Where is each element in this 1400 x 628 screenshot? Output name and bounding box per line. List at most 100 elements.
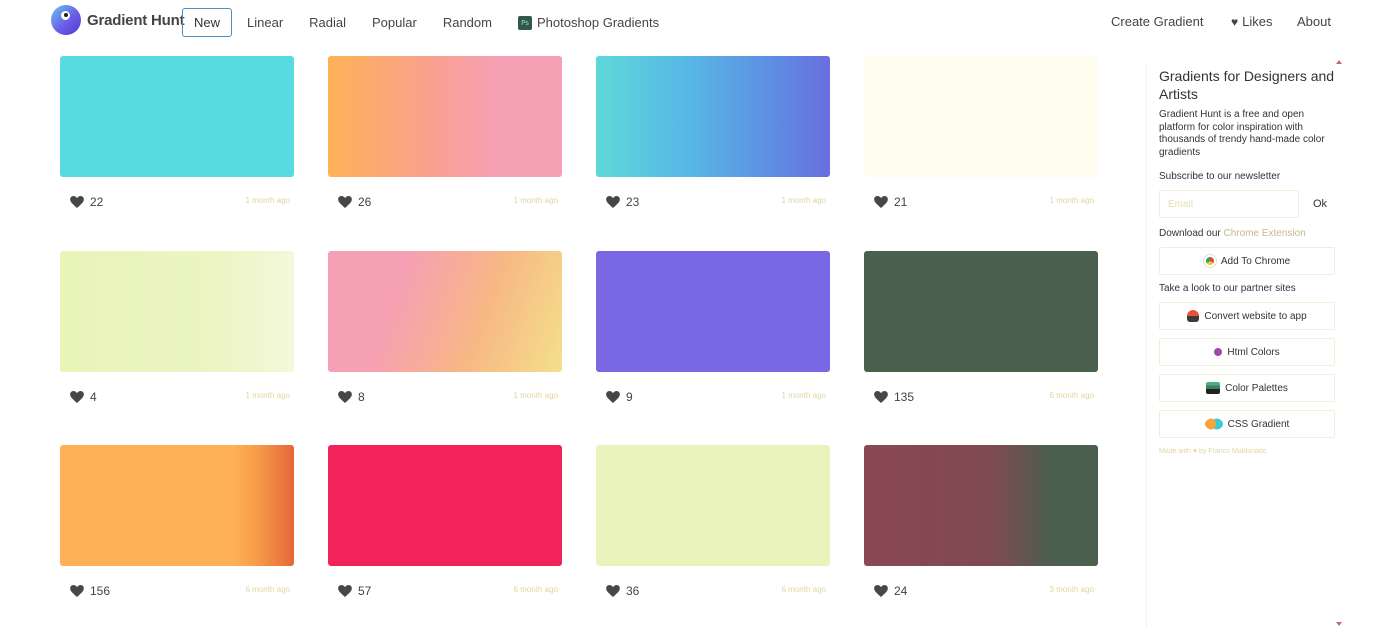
card-meta: 57 6 month ago xyxy=(328,581,562,601)
gradient-swatch[interactable] xyxy=(328,251,562,372)
posted-ago: 1 month ago xyxy=(513,196,558,205)
top-navbar: Gradient Hunt New Linear Radial Popular … xyxy=(0,0,1400,44)
like-count: 8 xyxy=(358,390,365,404)
gradient-card: 22 1 month ago xyxy=(60,56,294,236)
like-count: 23 xyxy=(626,195,640,209)
gradient-card: 9 1 month ago xyxy=(596,251,830,431)
heart-icon[interactable] xyxy=(874,196,888,208)
gradient-swatch[interactable] xyxy=(864,251,1098,372)
like-count: 57 xyxy=(358,584,372,598)
card-meta: 23 1 month ago xyxy=(596,192,830,212)
like-count: 22 xyxy=(90,195,104,209)
heart-icon[interactable] xyxy=(606,585,620,597)
partner-label-3: CSS Gradient xyxy=(1227,418,1290,430)
like-count: 9 xyxy=(626,390,633,404)
gradient-swatch[interactable] xyxy=(864,445,1098,566)
newsletter-form: Ok xyxy=(1159,190,1340,218)
like-count: 4 xyxy=(90,390,97,404)
gradient-card: 57 6 month ago xyxy=(328,445,562,625)
nav-photoshop-label: Photoshop Gradients xyxy=(536,15,660,30)
card-meta: 8 1 month ago xyxy=(328,387,562,407)
nav-new[interactable]: New xyxy=(182,8,233,37)
gradient-card: 26 1 month ago xyxy=(328,56,562,236)
gradient-swatch[interactable] xyxy=(328,56,562,177)
likes-label: Likes xyxy=(1242,14,1273,29)
main-nav: New Linear Radial Popular Random Ps Phot… xyxy=(182,8,674,37)
gradient-swatch[interactable] xyxy=(864,56,1098,177)
newsletter-label: Subscribe to our newsletter xyxy=(1159,171,1281,182)
nav-photoshop-gradients[interactable]: Ps Photoshop Gradients xyxy=(507,8,670,37)
posted-ago: 6 month ago xyxy=(513,585,558,594)
about-link[interactable]: About xyxy=(1297,14,1331,29)
partner-label-2: Color Palettes xyxy=(1225,382,1288,394)
chrome-icon xyxy=(1203,255,1216,267)
download-text: Download our Chrome Extension xyxy=(1159,228,1340,239)
posted-ago: 1 month ago xyxy=(513,391,558,400)
gradient-swatch[interactable] xyxy=(596,445,830,566)
posted-ago: 1 month ago xyxy=(1049,196,1094,205)
partner-css-gradient[interactable]: CSS Gradient xyxy=(1159,410,1335,438)
add-to-chrome-label: Add To Chrome xyxy=(1220,255,1291,267)
sidebar-description: Gradient Hunt is a free and open platfor… xyxy=(1159,109,1325,158)
heart-icon: ♥ xyxy=(1231,14,1239,29)
chrome-extension-link[interactable]: Chrome Extension xyxy=(1223,228,1305,239)
card-meta: 21 1 month ago xyxy=(864,192,1098,212)
gradient-card: 4 1 month ago xyxy=(60,251,294,431)
logo-icon xyxy=(51,5,81,35)
scroll-up-arrow[interactable] xyxy=(1336,60,1342,64)
card-meta: 22 1 month ago xyxy=(60,192,294,212)
heart-icon[interactable] xyxy=(338,585,352,597)
card-meta: 135 6 month ago xyxy=(864,387,1098,407)
posted-ago: 6 month ago xyxy=(1049,391,1094,400)
heart-icon[interactable] xyxy=(70,196,84,208)
heart-icon[interactable] xyxy=(606,391,620,403)
app-icon xyxy=(1187,310,1200,322)
posted-ago: 6 month ago xyxy=(245,585,290,594)
gradient-swatch[interactable] xyxy=(60,445,294,566)
partner-label-1: Html Colors xyxy=(1227,346,1280,358)
like-count: 24 xyxy=(894,584,908,598)
gradient-swatch[interactable] xyxy=(60,251,294,372)
posted-ago: 3 month ago xyxy=(1049,585,1094,594)
heart-icon[interactable] xyxy=(338,196,352,208)
gradient-swatch[interactable] xyxy=(328,445,562,566)
partner-label: Take a look to our partner sites xyxy=(1159,283,1296,294)
nav-radial[interactable]: Radial xyxy=(298,8,357,37)
posted-ago: 6 month ago xyxy=(781,585,826,594)
partner-color-palettes[interactable]: Color Palettes xyxy=(1159,374,1335,402)
partner-convert-website[interactable]: Convert website to app xyxy=(1159,302,1335,330)
sidebar: Gradients for Designers and Artists Grad… xyxy=(1146,62,1340,628)
nav-linear[interactable]: Linear xyxy=(236,8,294,37)
nav-random[interactable]: Random xyxy=(432,8,503,37)
partner-html-colors[interactable]: Html Colors xyxy=(1159,338,1335,366)
card-meta: 36 6 month ago xyxy=(596,581,830,601)
heart-icon[interactable] xyxy=(70,585,84,597)
sidebar-title: Gradients for Designers and Artists xyxy=(1159,68,1335,102)
heart-icon[interactable] xyxy=(70,391,84,403)
gradient-card: 156 6 month ago xyxy=(60,445,294,625)
gradient-swatch[interactable] xyxy=(60,56,294,177)
add-to-chrome-button[interactable]: Add To Chrome xyxy=(1159,247,1335,275)
heart-icon[interactable] xyxy=(338,391,352,403)
gradient-card: 23 1 month ago xyxy=(596,56,830,236)
create-gradient-link[interactable]: Create Gradient xyxy=(1111,14,1204,29)
like-count: 21 xyxy=(894,195,908,209)
heart-icon[interactable] xyxy=(874,391,888,403)
heart-icon[interactable] xyxy=(874,585,888,597)
html-colors-icon xyxy=(1214,348,1223,356)
like-count: 135 xyxy=(894,390,915,404)
palettes-icon xyxy=(1206,382,1221,394)
gradient-card: 36 6 month ago xyxy=(596,445,830,625)
scroll-down-arrow[interactable] xyxy=(1336,622,1342,626)
heart-icon[interactable] xyxy=(606,196,620,208)
gradient-card: 21 1 month ago xyxy=(864,56,1098,236)
logo[interactable]: Gradient Hunt xyxy=(51,5,185,35)
nav-popular[interactable]: Popular xyxy=(361,8,428,37)
newsletter-ok-button[interactable]: Ok xyxy=(1313,198,1327,210)
card-meta: 156 6 month ago xyxy=(60,581,294,601)
email-input[interactable] xyxy=(1159,190,1299,218)
gradient-swatch[interactable] xyxy=(596,56,830,177)
gradient-card: 24 3 month ago xyxy=(864,445,1098,625)
gradient-swatch[interactable] xyxy=(596,251,830,372)
likes-link[interactable]: ♥ Likes xyxy=(1231,14,1272,29)
